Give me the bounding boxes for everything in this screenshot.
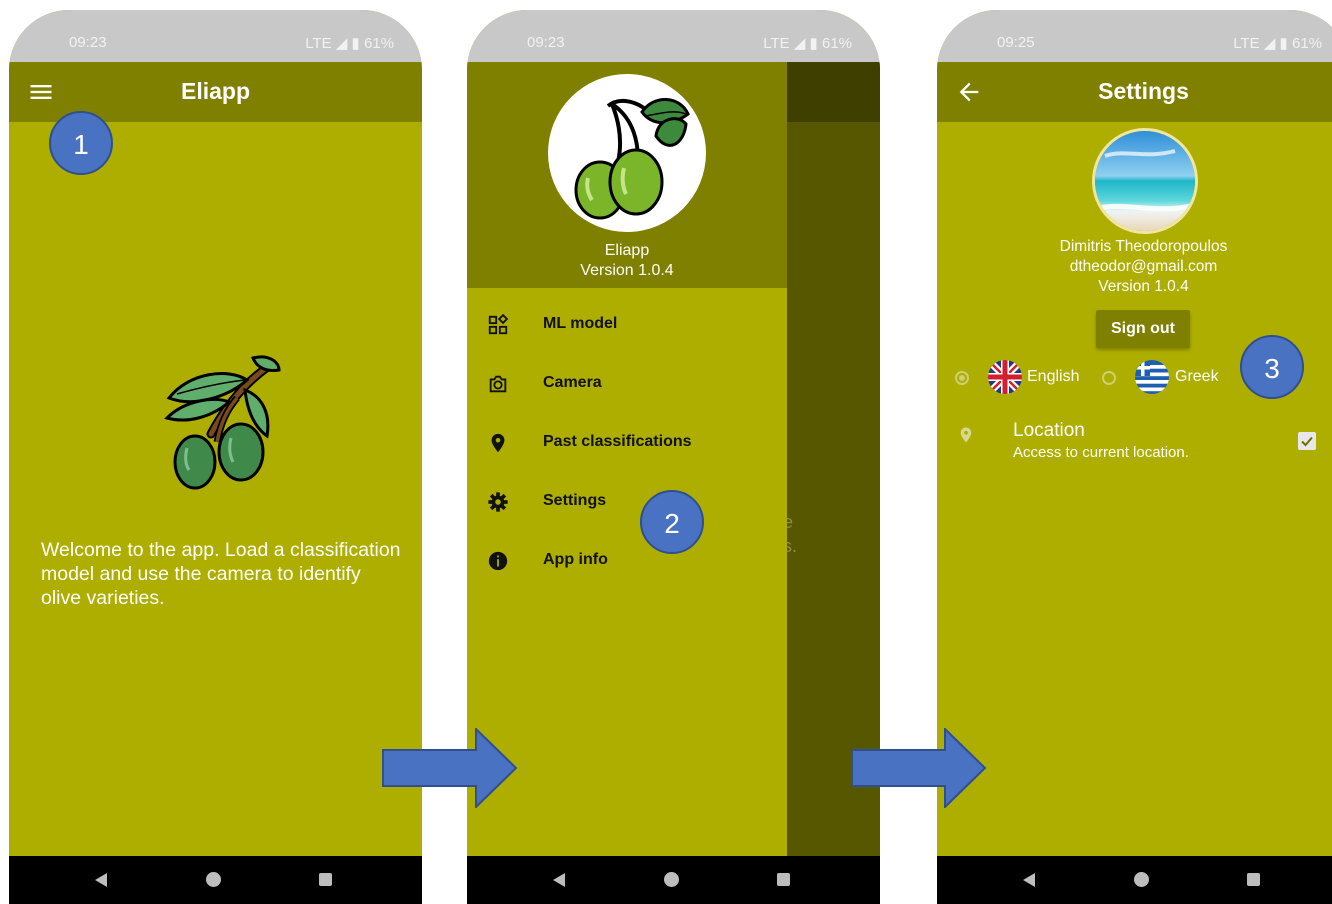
status-bar: 09:25 LTE ◢ ▮ 61% (937, 10, 1332, 62)
status-time: 09:23 (69, 34, 107, 51)
status-indicators: LTE ◢ ▮ 61% (305, 35, 394, 52)
olive-branch-icon (164, 355, 281, 490)
profile-name: Dimitris Theodoropoulos (1059, 238, 1228, 255)
nav-back-icon[interactable] (1023, 873, 1035, 887)
page-title: Settings (1098, 78, 1189, 104)
nav-home-icon[interactable] (1134, 872, 1149, 887)
beach-photo (1095, 131, 1195, 231)
checkmark-icon (1301, 436, 1313, 447)
dimmed-app-bar (787, 62, 880, 122)
english-radio[interactable] (955, 371, 969, 385)
step-badge-2: 2 (640, 490, 704, 554)
drawer-item-label: App info (543, 551, 608, 568)
drawer-screen: 09:23 LTE ◢ ▮ 61% e s. Eliapp Version 1.… (467, 10, 880, 904)
flow-arrow-1-icon (382, 728, 518, 808)
status-indicators: LTE ◢ ▮ 61% (763, 35, 852, 52)
app-logo (548, 74, 706, 232)
location-checkbox[interactable] (1298, 432, 1316, 450)
app-bar: Settings (937, 62, 1332, 122)
nav-home-icon[interactable] (664, 872, 679, 887)
widgets-icon (488, 314, 509, 335)
drawer-item-settings[interactable]: Settings (467, 483, 787, 523)
drawer-version: Version 1.0.4 (580, 262, 674, 279)
system-nav-bar (937, 856, 1332, 904)
english-label: English (1027, 368, 1080, 385)
greek-radio[interactable] (1102, 371, 1116, 385)
uk-flag-icon (988, 360, 1022, 394)
system-nav-bar (9, 856, 422, 904)
camera-icon (489, 375, 507, 393)
nav-recents-icon[interactable] (1247, 873, 1260, 886)
drawer-header: Eliapp Version 1.0.4 (467, 62, 787, 288)
nav-home-icon[interactable] (206, 872, 221, 887)
greek-label: Greek (1175, 368, 1219, 385)
status-bar: 09:23 LTE ◢ ▮ 61% (467, 10, 880, 62)
drawer-item-label: Camera (543, 374, 602, 391)
home-screen: 09:23 LTE ◢ ▮ 61% Eliapp Welcome to the … (9, 10, 422, 904)
nav-recents-icon[interactable] (319, 873, 332, 886)
nav-back-icon[interactable] (95, 873, 107, 887)
drawer-item-camera[interactable]: Camera (467, 365, 787, 405)
greece-flag-icon (1135, 360, 1169, 394)
drawer-item-ml-model[interactable]: ML model (467, 306, 787, 346)
status-bar: 09:23 LTE ◢ ▮ 61% (9, 10, 422, 62)
drawer-item-app-info[interactable]: App info (467, 542, 787, 582)
sign-out-button[interactable]: Sign out (1096, 310, 1190, 348)
settings-screen: 09:25 LTE ◢ ▮ 61% Settings Dimitris Theo… (937, 10, 1332, 904)
info-icon (488, 551, 508, 571)
step-badge-1: 1 (49, 111, 113, 175)
location-setting-subtitle: Access to current location. (1013, 444, 1189, 461)
welcome-message: Welcome to the app. Load a classificatio… (41, 539, 401, 609)
app-title: Eliapp (180, 78, 250, 104)
location-setting-title: Location (1013, 420, 1085, 441)
drawer-item-label: Past classifications (543, 433, 692, 450)
location-pin-icon (960, 427, 972, 443)
status-time: 09:23 (527, 34, 565, 51)
profile-email: dtheodor@gmail.com (1069, 258, 1218, 275)
status-time: 09:25 (997, 34, 1035, 51)
system-nav-bar (467, 856, 880, 904)
gear-icon (488, 492, 508, 512)
drawer-item-label: Settings (543, 492, 607, 509)
step-badge-3: 3 (1240, 335, 1304, 399)
drawer-app-name: Eliapp (604, 242, 650, 259)
olive-logo-icon (574, 98, 690, 220)
drawer-item-past-classifications[interactable]: Past classifications (467, 424, 787, 464)
drawer-item-label: ML model (543, 315, 618, 332)
avatar (1092, 128, 1198, 234)
profile-version: Version 1.0.4 (1098, 278, 1189, 295)
nav-back-icon[interactable] (553, 873, 565, 887)
nav-recents-icon[interactable] (777, 873, 790, 886)
status-indicators: LTE ◢ ▮ 61% (1233, 35, 1322, 52)
location-pin-icon (491, 433, 505, 453)
flow-arrow-2-icon (851, 728, 987, 808)
